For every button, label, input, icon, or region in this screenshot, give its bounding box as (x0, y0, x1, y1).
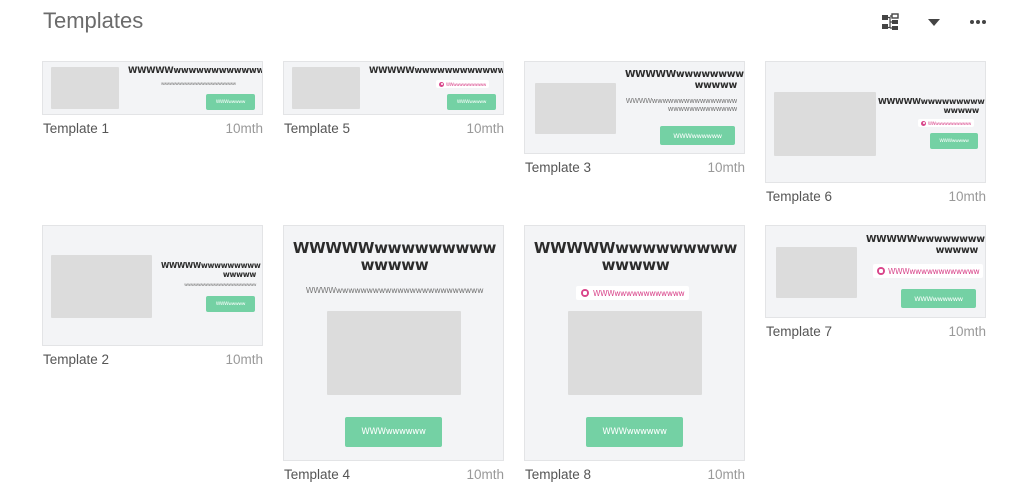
template-name: Template 3 (525, 160, 592, 175)
thumb-button: WWWwwwww (206, 296, 255, 312)
template-thumbnail[interactable]: WWWWWwwwwwwwww wwwww wwwwwwwwwwwwwwwwwwww… (42, 225, 263, 346)
thumb-headline: WWWWWwwwwwwwww wwwww (878, 97, 985, 116)
image-placeholder (327, 311, 461, 395)
template-thumbnail[interactable]: WWWWWwwwwwwwwwwwww wwwwwwwwwwwwwwwwwwwww… (42, 61, 263, 115)
image-placeholder (535, 83, 616, 134)
template-card[interactable]: WWWWWwwwwwwwww wwwww WWwwwwwwwwwwww WWWww… (765, 61, 986, 204)
template-thumbnail[interactable]: WWWWWwwwwwwwwwwwww WWwwwwwwwwwww WWWwwww… (283, 61, 504, 115)
more-icon[interactable] (968, 12, 988, 32)
image-placeholder (568, 311, 702, 395)
template-age: 10mth (466, 467, 504, 482)
template-card[interactable]: WWWWWwwwwwwwww wwwww wwwwwwwwwwwwwwwwwwww… (42, 225, 263, 367)
thumb-pill: WWWwwwwwwwwwwww (576, 286, 690, 300)
thumb-subtext: wwwwwwwwwwwwwwwwwwwwwwwww (184, 282, 256, 287)
image-placeholder (774, 92, 876, 156)
template-name: Template 5 (284, 121, 351, 136)
template-name: Template 1 (43, 121, 110, 136)
template-name: Template 6 (766, 189, 833, 204)
thumb-subtext: wwwwwwwwwwwwwwwwwwwwwwwwww (161, 81, 236, 86)
thumb-headline: WWWWWwwwwwwwww wwwww (866, 234, 986, 256)
template-age: 10mth (948, 189, 986, 204)
thumb-button: WWWwwwww (930, 133, 978, 149)
thumb-button: WWWwwwww (206, 94, 255, 110)
thumb-subtext: WWWWwwwwwwwwwwwwwwww wwwwwwwwwwwww (625, 97, 738, 114)
template-thumbnail[interactable]: WWWWWwwwwwwww wwwww WWWWwwwwwwwwwwwwwwww w… (524, 61, 745, 154)
caret-down-icon[interactable] (924, 12, 944, 32)
template-age: 10mth (707, 160, 745, 175)
image-placeholder (776, 247, 857, 298)
thumb-headline: WWWWWwwwwwwwwwwwww (625, 69, 744, 91)
template-thumbnail[interactable]: WWWWWwwwwwwwww wwwww WWWwwwwwwwwwwww WWWw… (524, 225, 745, 461)
thumb-headline: WWWWWwwwwwwwww wwwww (533, 239, 738, 275)
template-thumbnail[interactable]: WWWWWwwwwwwwww wwwww WWWwwwwwwwwwwww WWWw… (765, 225, 986, 318)
template-age: 10mth (707, 467, 745, 482)
thumb-button: WWWwwwww (447, 94, 496, 110)
thumb-pill: WWwwwwwwwwwww (436, 80, 489, 88)
template-card[interactable]: WWWWWwwwwwwwww wwwww WWWWwwwwwwwwwwwwwwww… (283, 225, 504, 482)
thumb-headline: WWWWWwwwwwwwwwwwww (128, 66, 263, 76)
thumb-headline: WWWWWwwwwwwwww wwwww (161, 261, 261, 279)
template-thumbnail[interactable]: WWWWWwwwwwwwww wwwww WWWWwwwwwwwwwwwwwwww… (283, 225, 504, 461)
thumb-button: WWWwwwwww (660, 126, 735, 145)
record-icon (439, 81, 444, 87)
template-name: Template 4 (284, 467, 351, 482)
thumb-pill: WWwwwwwwwwwwww (918, 119, 974, 127)
template-thumbnail[interactable]: WWWWWwwwwwwwww wwwww WWwwwwwwwwwwww WWWww… (765, 61, 986, 183)
thumb-pill: WWWwwwwwwwwwwww (873, 264, 984, 278)
record-icon (877, 267, 885, 275)
template-age: 10mth (466, 121, 504, 136)
sitemap-icon[interactable] (880, 12, 900, 32)
template-age: 10mth (948, 324, 986, 339)
image-placeholder (51, 255, 152, 318)
template-card[interactable]: WWWWWwwwwwwwwwwwww WWwwwwwwwwwww WWWwwww… (283, 61, 504, 136)
template-card[interactable]: WWWWWwwwwwwww wwwww WWWWwwwwwwwwwwwwwwww w… (524, 61, 745, 175)
record-icon (921, 120, 926, 126)
template-age: 10mth (225, 121, 263, 136)
template-name: Template 7 (766, 324, 833, 339)
template-name: Template 2 (43, 352, 110, 367)
thumb-button: WWWwwwwww (586, 417, 683, 447)
template-name: Template 8 (525, 467, 592, 482)
thumb-button: WWWwwwwww (901, 289, 976, 308)
thumb-headline: WWWWWwwwwwwwwwwwww (369, 66, 504, 76)
record-icon (581, 289, 589, 297)
thumb-headline: WWWWWwwwwwwwww wwwww (292, 239, 497, 275)
image-placeholder (51, 67, 119, 109)
page-title: Templates (43, 8, 144, 33)
thumb-subtext: WWWWwwwwwwwwwwwwwwwwwwwwwwww (305, 286, 484, 295)
template-card[interactable]: WWWWWwwwwwwwww wwwww WWWwwwwwwwwwwww WWWw… (524, 225, 745, 482)
template-age: 10mth (225, 352, 263, 367)
template-card[interactable]: WWWWWwwwwwwwwwwwww wwwwwwwwwwwwwwwwwwwww… (42, 61, 263, 136)
image-placeholder (292, 67, 360, 109)
thumb-button: WWWwwwwww (345, 417, 442, 447)
template-card[interactable]: WWWWWwwwwwwwww wwwww WWWwwwwwwwwwwww WWWw… (765, 225, 986, 339)
